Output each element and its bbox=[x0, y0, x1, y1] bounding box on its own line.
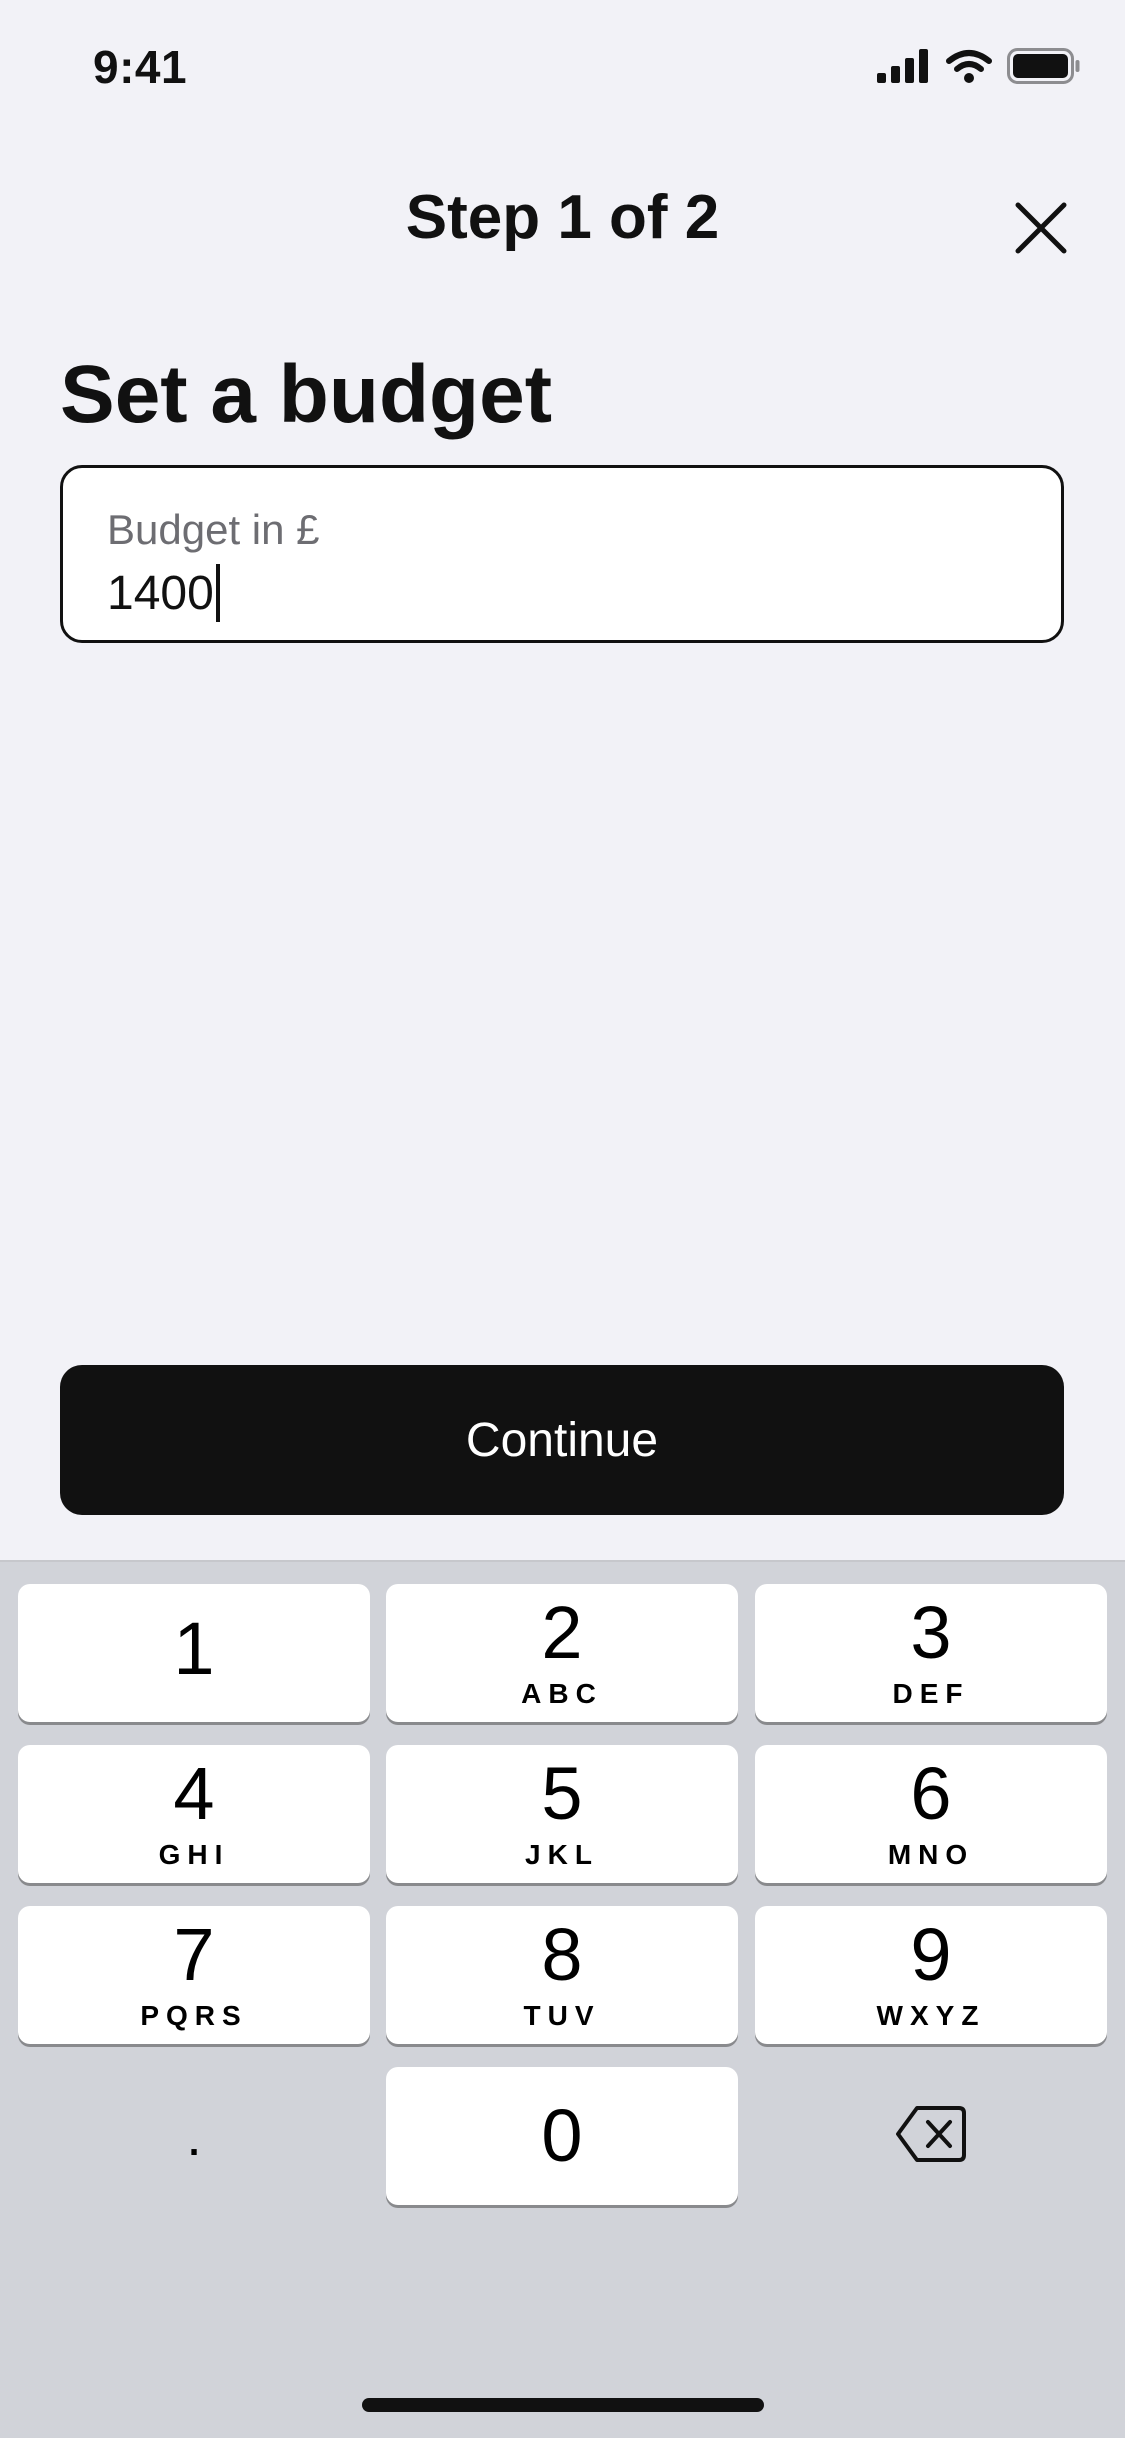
page-title: Set a budget bbox=[60, 349, 553, 440]
key-digit: 5 bbox=[541, 1752, 583, 1835]
key-letters: JKL bbox=[525, 1839, 599, 1870]
budget-input-value[interactable]: 1400 bbox=[107, 564, 220, 622]
key-letters: DEF bbox=[892, 1678, 970, 1709]
budget-input[interactable]: Budget in £ 1400 bbox=[60, 465, 1064, 643]
key-digit: 0 bbox=[541, 2094, 583, 2177]
status-bar: 9:41 bbox=[0, 0, 1125, 140]
key-7[interactable]: 7 PQRS bbox=[18, 1906, 370, 2044]
numeric-keyboard: 1 2 ABC 3 DEF 4 GHI 5 JKL 6 MNO 7 PQRS 8… bbox=[0, 1560, 1125, 2438]
key-letters: PQRS bbox=[140, 2000, 248, 2031]
key-letters: MNO bbox=[887, 1839, 975, 1870]
status-time: 9:41 bbox=[93, 41, 188, 93]
key-decimal-label: . bbox=[186, 2104, 202, 2167]
key-2[interactable]: 2 ABC bbox=[386, 1584, 738, 1722]
text-caret bbox=[215, 564, 220, 622]
key-5[interactable]: 5 JKL bbox=[386, 1745, 738, 1883]
home-indicator bbox=[362, 2398, 764, 2412]
status-icons bbox=[877, 48, 1081, 89]
key-1[interactable]: 1 bbox=[18, 1584, 370, 1722]
key-digit: 8 bbox=[541, 1913, 583, 1996]
step-title: Step 1 of 2 bbox=[405, 183, 720, 252]
key-3[interactable]: 3 DEF bbox=[755, 1584, 1107, 1722]
key-letters: TUV bbox=[523, 2000, 601, 2031]
wifi-icon bbox=[945, 49, 993, 88]
key-digit: 1 bbox=[173, 1607, 215, 1690]
key-digit: 2 bbox=[541, 1591, 583, 1674]
key-digit: 6 bbox=[910, 1752, 952, 1835]
key-4[interactable]: 4 GHI bbox=[18, 1745, 370, 1883]
key-digit: 9 bbox=[910, 1913, 952, 1996]
nav-bar: Step 1 of 2 bbox=[0, 160, 1125, 280]
budget-value-text: 1400 bbox=[107, 566, 214, 620]
key-decimal[interactable]: . bbox=[18, 2067, 370, 2205]
delete-key[interactable] bbox=[755, 2067, 1107, 2205]
key-0[interactable]: 0 bbox=[386, 2067, 738, 2205]
continue-button[interactable]: Continue bbox=[60, 1365, 1064, 1515]
key-digit: 7 bbox=[173, 1913, 215, 1996]
backspace-icon bbox=[895, 2105, 967, 2168]
cellular-signal-icon bbox=[877, 49, 931, 88]
key-digit: 4 bbox=[173, 1752, 215, 1835]
key-letters: GHI bbox=[158, 1839, 230, 1870]
budget-input-label: Budget in £ bbox=[107, 506, 320, 553]
key-9[interactable]: 9 WXYZ bbox=[755, 1906, 1107, 2044]
key-digit: 3 bbox=[910, 1591, 952, 1674]
key-8[interactable]: 8 TUV bbox=[386, 1906, 738, 2044]
key-letters: WXYZ bbox=[876, 2000, 986, 2031]
close-icon bbox=[1014, 201, 1068, 260]
key-letters: ABC bbox=[521, 1678, 603, 1709]
key-6[interactable]: 6 MNO bbox=[755, 1745, 1107, 1883]
battery-icon bbox=[1007, 48, 1081, 89]
close-button[interactable] bbox=[1001, 190, 1081, 270]
